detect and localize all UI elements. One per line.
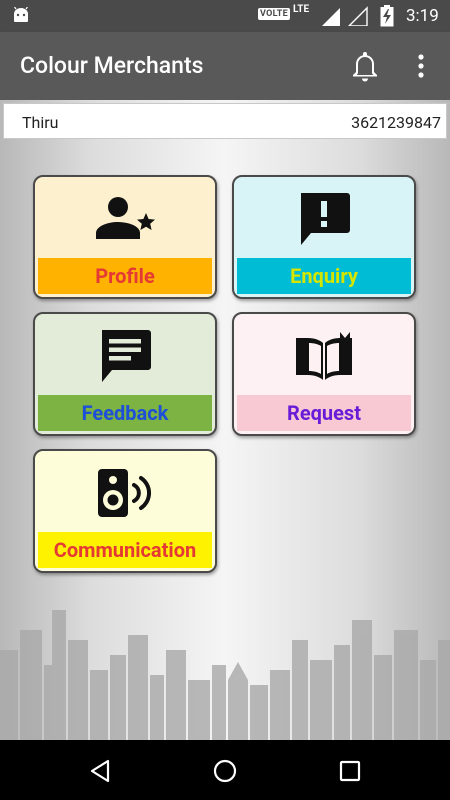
enquiry-label: Enquiry: [237, 258, 411, 294]
android-notification-icon: [14, 7, 28, 22]
more-vert-icon[interactable]: [414, 50, 428, 82]
back-icon[interactable]: [88, 758, 114, 784]
user-name: Thiru: [22, 113, 59, 132]
clock: 3:19: [406, 6, 439, 26]
main-content: Thiru 3621239847 Profile Enquiry Feedbac…: [0, 100, 450, 740]
profile-tile[interactable]: Profile: [33, 175, 217, 299]
enquiry-tile[interactable]: Enquiry: [232, 175, 416, 299]
app-title: Colour Merchants: [20, 52, 204, 79]
request-tile[interactable]: Request: [232, 312, 416, 436]
open-book-icon: [296, 332, 352, 380]
home-icon[interactable]: [212, 758, 238, 784]
app-bar: Colour Merchants: [0, 32, 450, 100]
network-type: LTE: [293, 4, 310, 15]
user-phone: 3621239847: [351, 113, 441, 132]
feedback-label: Feedback: [38, 395, 212, 431]
communication-label: Communication: [38, 532, 212, 568]
profile-label: Profile: [38, 258, 212, 294]
communication-tile[interactable]: Communication: [33, 449, 217, 573]
speaker-icon: [98, 469, 151, 517]
battery-charging-icon: [380, 5, 394, 27]
message-icon: [102, 330, 151, 382]
volte-badge: VOLTE: [258, 8, 291, 20]
feedback-alert-icon: [301, 193, 350, 245]
request-label: Request: [237, 395, 411, 431]
signal-icon: [322, 8, 340, 26]
status-bar: VOLTE LTE 3:19: [0, 0, 450, 32]
recents-icon[interactable]: [337, 758, 363, 784]
navigation-bar: [0, 740, 450, 800]
user-info-bar: Thiru 3621239847: [3, 103, 447, 139]
bell-icon[interactable]: [349, 49, 381, 83]
city-skyline-illustration: [0, 610, 450, 740]
feedback-tile[interactable]: Feedback: [33, 312, 217, 436]
signal-icon-secondary: [348, 6, 368, 26]
person-star-icon: [96, 197, 155, 239]
